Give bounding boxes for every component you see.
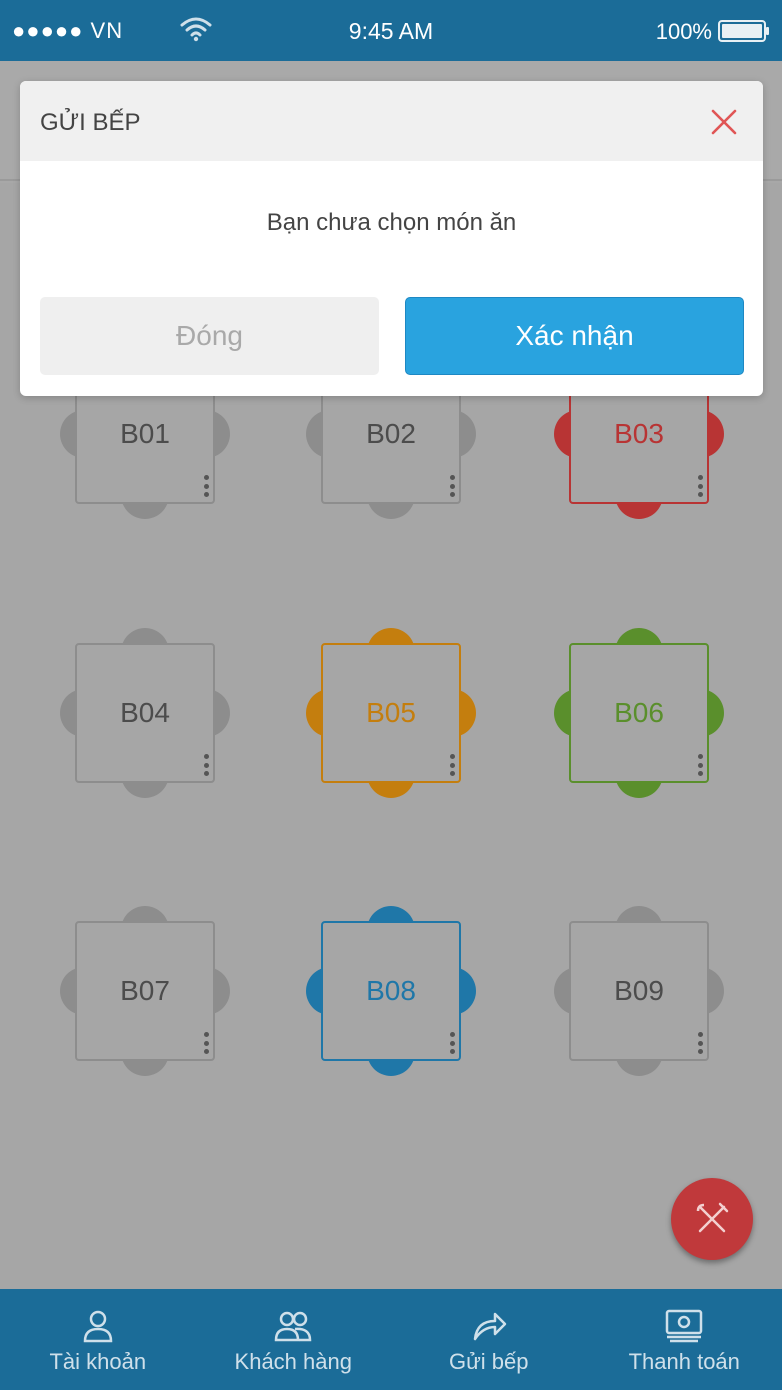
table-card[interactable]: B07 [60,906,230,1076]
nav-item-customers[interactable]: Khách hàng [196,1289,392,1390]
cash-icon [666,1309,703,1343]
nav-label: Thanh toán [628,1349,740,1374]
close-icon[interactable] [709,107,739,137]
more-vertical-icon[interactable] [204,475,210,497]
table-label: B04 [75,643,215,783]
utensils-icon [696,1202,729,1233]
more-vertical-icon[interactable] [698,1032,704,1054]
more-vertical-icon[interactable] [698,754,704,776]
status-bar: ●●●●● VN 9:45 AM 100% [0,0,782,61]
table-card[interactable]: B09 [554,906,724,1076]
nav-item-send-kitchen[interactable]: Gửi bếp [391,1289,587,1390]
nav-label: Khách hàng [234,1349,352,1374]
more-vertical-icon[interactable] [450,754,456,776]
more-vertical-icon[interactable] [450,475,456,497]
table-card[interactable]: B08 [306,906,476,1076]
battery-icon [718,20,769,42]
dialog-title: GỬI BẾP [40,109,141,136]
table-label: B07 [75,921,215,1061]
confirm-button[interactable]: Xác nhận [405,297,744,375]
bottom-nav: Tài khoản Khách hàng Gửi bếp Thanh toán [0,1289,782,1390]
send-kitchen-dialog: GỬI BẾP Bạn chưa chọn món ăn Đóng Xác nh… [20,81,763,396]
table-label: B06 [569,643,709,783]
table-card[interactable]: B04 [60,628,230,798]
battery-percentage: 100% [655,19,712,44]
dialog-message: Bạn chưa chọn món ăn [266,209,517,236]
table-label: B05 [321,643,461,783]
more-vertical-icon[interactable] [204,754,210,776]
share-icon [473,1312,506,1341]
table-card[interactable]: B05 [306,628,476,798]
nav-item-account[interactable]: Tài khoản [0,1289,196,1390]
nav-item-payment[interactable]: Thanh toán [587,1289,782,1390]
more-vertical-icon[interactable] [450,1032,456,1054]
more-vertical-icon[interactable] [698,475,704,497]
nav-label: Tài khoản [49,1349,147,1374]
user-icon [83,1310,113,1343]
nav-label: Gửi bếp [448,1349,529,1374]
table-label: B09 [569,921,709,1061]
close-button[interactable]: Đóng [40,297,379,375]
dialog-header: GỬI BẾP [20,81,763,161]
send-kitchen-fab[interactable] [671,1178,753,1260]
more-vertical-icon[interactable] [204,1032,210,1054]
users-icon [274,1311,312,1342]
table-label: B08 [321,921,461,1061]
table-card[interactable]: B06 [554,628,724,798]
